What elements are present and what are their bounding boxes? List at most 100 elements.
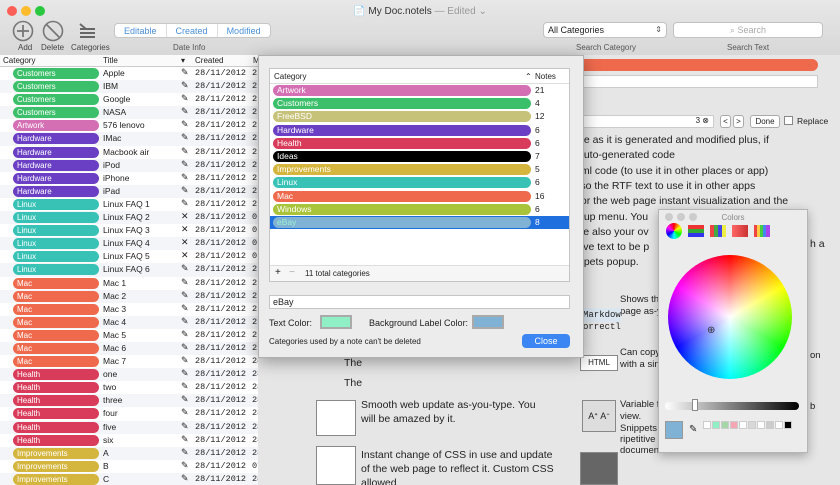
- header-created[interactable]: Created: [195, 56, 223, 65]
- table-row[interactable]: ImprovementsC✎28/11/201228/11/2012: [0, 472, 258, 485]
- table-row[interactable]: Linux Linux FAQ 4 ✕ 28/11/2012 0: [0, 237, 258, 251]
- color-wheel-icon[interactable]: [666, 223, 682, 239]
- table-row[interactable]: Mac Mac 1 ✎ 28/11/2012 2: [0, 277, 258, 290]
- table-row[interactable]: Healthfive✎28/11/201228/11/2012: [0, 420, 258, 434]
- header-category[interactable]: Category: [274, 72, 306, 81]
- pencil-icon: ✎: [181, 289, 189, 300]
- delete-icon[interactable]: [42, 20, 64, 42]
- color-swatch[interactable]: [703, 421, 711, 429]
- close-button[interactable]: Close: [522, 334, 570, 348]
- category-row[interactable]: Improvements 5: [270, 163, 569, 176]
- category-row[interactable]: Windows 6: [270, 203, 569, 216]
- note-title-field[interactable]: [557, 75, 818, 88]
- category-row[interactable]: FreeBSD 12: [270, 110, 569, 123]
- tab-modified[interactable]: Modified: [218, 24, 270, 37]
- table-row[interactable]: ImprovementsB✎28/11/201207/06/2018: [0, 460, 258, 473]
- remove-category-button[interactable]: −: [289, 267, 295, 278]
- brightness-slider[interactable]: [665, 402, 799, 410]
- category-row[interactable]: Linux 6: [270, 176, 569, 189]
- table-row[interactable]: Customers Google ✎ 28/11/2012 2: [0, 93, 258, 106]
- color-palettes-icon[interactable]: [710, 225, 726, 237]
- table-row[interactable]: Healthfour✎28/11/201228/11/2012: [0, 407, 258, 420]
- table-row[interactable]: Hardware IMac ✎ 28/11/2012 2: [0, 132, 258, 146]
- table-row[interactable]: Mac Mac 3 ✎ 28/11/2012 2: [0, 303, 258, 316]
- category-row[interactable]: Hardware 6: [270, 124, 569, 137]
- table-row[interactable]: Hardware Macbook air ✎ 28/11/2012 2: [0, 146, 258, 159]
- table-row[interactable]: Artwork 576 lenovo ✎ 28/11/2012 2: [0, 119, 258, 132]
- delete-button[interactable]: Delete: [41, 43, 64, 52]
- color-swatch[interactable]: [748, 421, 756, 429]
- find-done-button[interactable]: Done: [750, 115, 780, 128]
- text-color-well[interactable]: [320, 315, 352, 329]
- table-row[interactable]: Linux Linux FAQ 3 ✕ 28/11/2012 0: [0, 224, 258, 237]
- table-row[interactable]: Linux Linux FAQ 1 ✎ 28/11/2012 2: [0, 198, 258, 211]
- categories-icon[interactable]: [76, 20, 98, 42]
- color-swatch[interactable]: [757, 421, 765, 429]
- replace-checkbox[interactable]: [784, 116, 793, 125]
- table-row[interactable]: Customers IBM ✎ 28/11/2012 2: [0, 80, 258, 94]
- category-row[interactable]: Health 6: [270, 137, 569, 150]
- search-input[interactable]: ⌕ Search: [673, 22, 823, 38]
- created-date: 28/11/2012: [195, 251, 247, 262]
- find-next-button[interactable]: >: [733, 115, 744, 128]
- color-swatch[interactable]: [739, 421, 747, 429]
- table-row[interactable]: Hardware iPod ✎ 28/11/2012 2: [0, 158, 258, 172]
- table-row[interactable]: Customers Apple ✎ 28/11/2012 2: [0, 67, 258, 80]
- search-category-label: Search Category: [576, 43, 637, 52]
- color-swatch[interactable]: [775, 421, 783, 429]
- color-wheel[interactable]: [668, 255, 792, 379]
- table-row[interactable]: Mac Mac 4 ✎ 28/11/2012 2: [0, 315, 258, 329]
- thumbnail-image: [316, 446, 356, 485]
- category-row[interactable]: eBay 8: [270, 215, 569, 230]
- table-row[interactable]: Linux Linux FAQ 2 ✕ 28/11/2012 0: [0, 211, 258, 225]
- created-date: 28/11/2012: [195, 133, 247, 144]
- crayons-icon[interactable]: [754, 225, 770, 237]
- color-swatch[interactable]: [766, 421, 774, 429]
- eyedropper-icon[interactable]: ✎: [689, 424, 697, 435]
- list-rows: Customers Apple ✎ 28/11/2012 2 Customers IBM ✎ 2…: [0, 67, 258, 485]
- html-button[interactable]: HTML: [580, 355, 618, 371]
- image-palettes-icon[interactable]: [732, 225, 748, 237]
- background-color-well[interactable]: [472, 315, 504, 329]
- add-button[interactable]: Add: [18, 43, 32, 52]
- category-name-field[interactable]: eBay: [269, 295, 570, 309]
- color-swatch[interactable]: [784, 421, 792, 429]
- add-category-button[interactable]: +: [275, 267, 281, 278]
- table-row[interactable]: Mac Mac 5 ✎ 28/11/2012 2: [0, 329, 258, 342]
- table-row[interactable]: Healththree✎28/11/201228/11/2012: [0, 394, 258, 408]
- table-row[interactable]: Linux Linux FAQ 6 ✎ 28/11/2012 2: [0, 263, 258, 277]
- header-title[interactable]: Title: [103, 56, 118, 65]
- add-icon[interactable]: [12, 20, 34, 42]
- category-row[interactable]: Customers 4: [270, 97, 569, 110]
- feature-text: h a: [810, 238, 825, 250]
- color-picker-crosshair-icon[interactable]: ⊕: [707, 325, 715, 336]
- table-row[interactable]: Linux Linux FAQ 5 ✕ 28/11/2012 0: [0, 250, 258, 263]
- header-notes[interactable]: Notes: [535, 72, 556, 81]
- table-row[interactable]: MacMac 7✎28/11/201228/11/2012: [0, 355, 258, 368]
- color-swatch[interactable]: [712, 421, 720, 429]
- table-row[interactable]: Mac Mac 6 ✎ 28/11/2012 2: [0, 341, 258, 356]
- table-row[interactable]: Hardware iPhone ✎ 28/11/2012 2: [0, 172, 258, 185]
- table-row[interactable]: Healthone✎28/11/201228/11/2012: [0, 368, 258, 382]
- brightness-slider-thumb[interactable]: [692, 399, 698, 411]
- tab-created[interactable]: Created: [167, 24, 218, 37]
- table-row[interactable]: Customers NASA ✎ 28/11/2012 2: [0, 106, 258, 120]
- categories-button[interactable]: Categories: [71, 43, 110, 52]
- table-row[interactable]: Mac Mac 2 ✎ 28/11/2012 2: [0, 289, 258, 303]
- table-row[interactable]: ImprovementsA✎28/11/201228/11/2012: [0, 446, 258, 460]
- tab-editable[interactable]: Editable: [115, 24, 167, 37]
- category-row[interactable]: Ideas 7: [270, 150, 569, 163]
- category-row[interactable]: Artwork 21: [270, 84, 569, 97]
- color-swatch[interactable]: [730, 421, 738, 429]
- table-row[interactable]: Hardware iPad ✎ 28/11/2012 2: [0, 184, 258, 198]
- color-swatch[interactable]: [721, 421, 729, 429]
- category-row[interactable]: Mac 16: [270, 190, 569, 203]
- header-category[interactable]: Category: [3, 56, 35, 65]
- color-sliders-icon[interactable]: [688, 225, 704, 237]
- current-color-well[interactable]: [665, 421, 683, 439]
- table-row[interactable]: Healthtwo✎28/11/201228/11/2012: [0, 381, 258, 394]
- find-previous-button[interactable]: <: [720, 115, 731, 128]
- category-select[interactable]: All Categories ⇕: [543, 22, 667, 38]
- category-count: 11 total categories: [305, 269, 370, 278]
- table-row[interactable]: Healthsix✎28/11/201228/11/2012: [0, 434, 258, 447]
